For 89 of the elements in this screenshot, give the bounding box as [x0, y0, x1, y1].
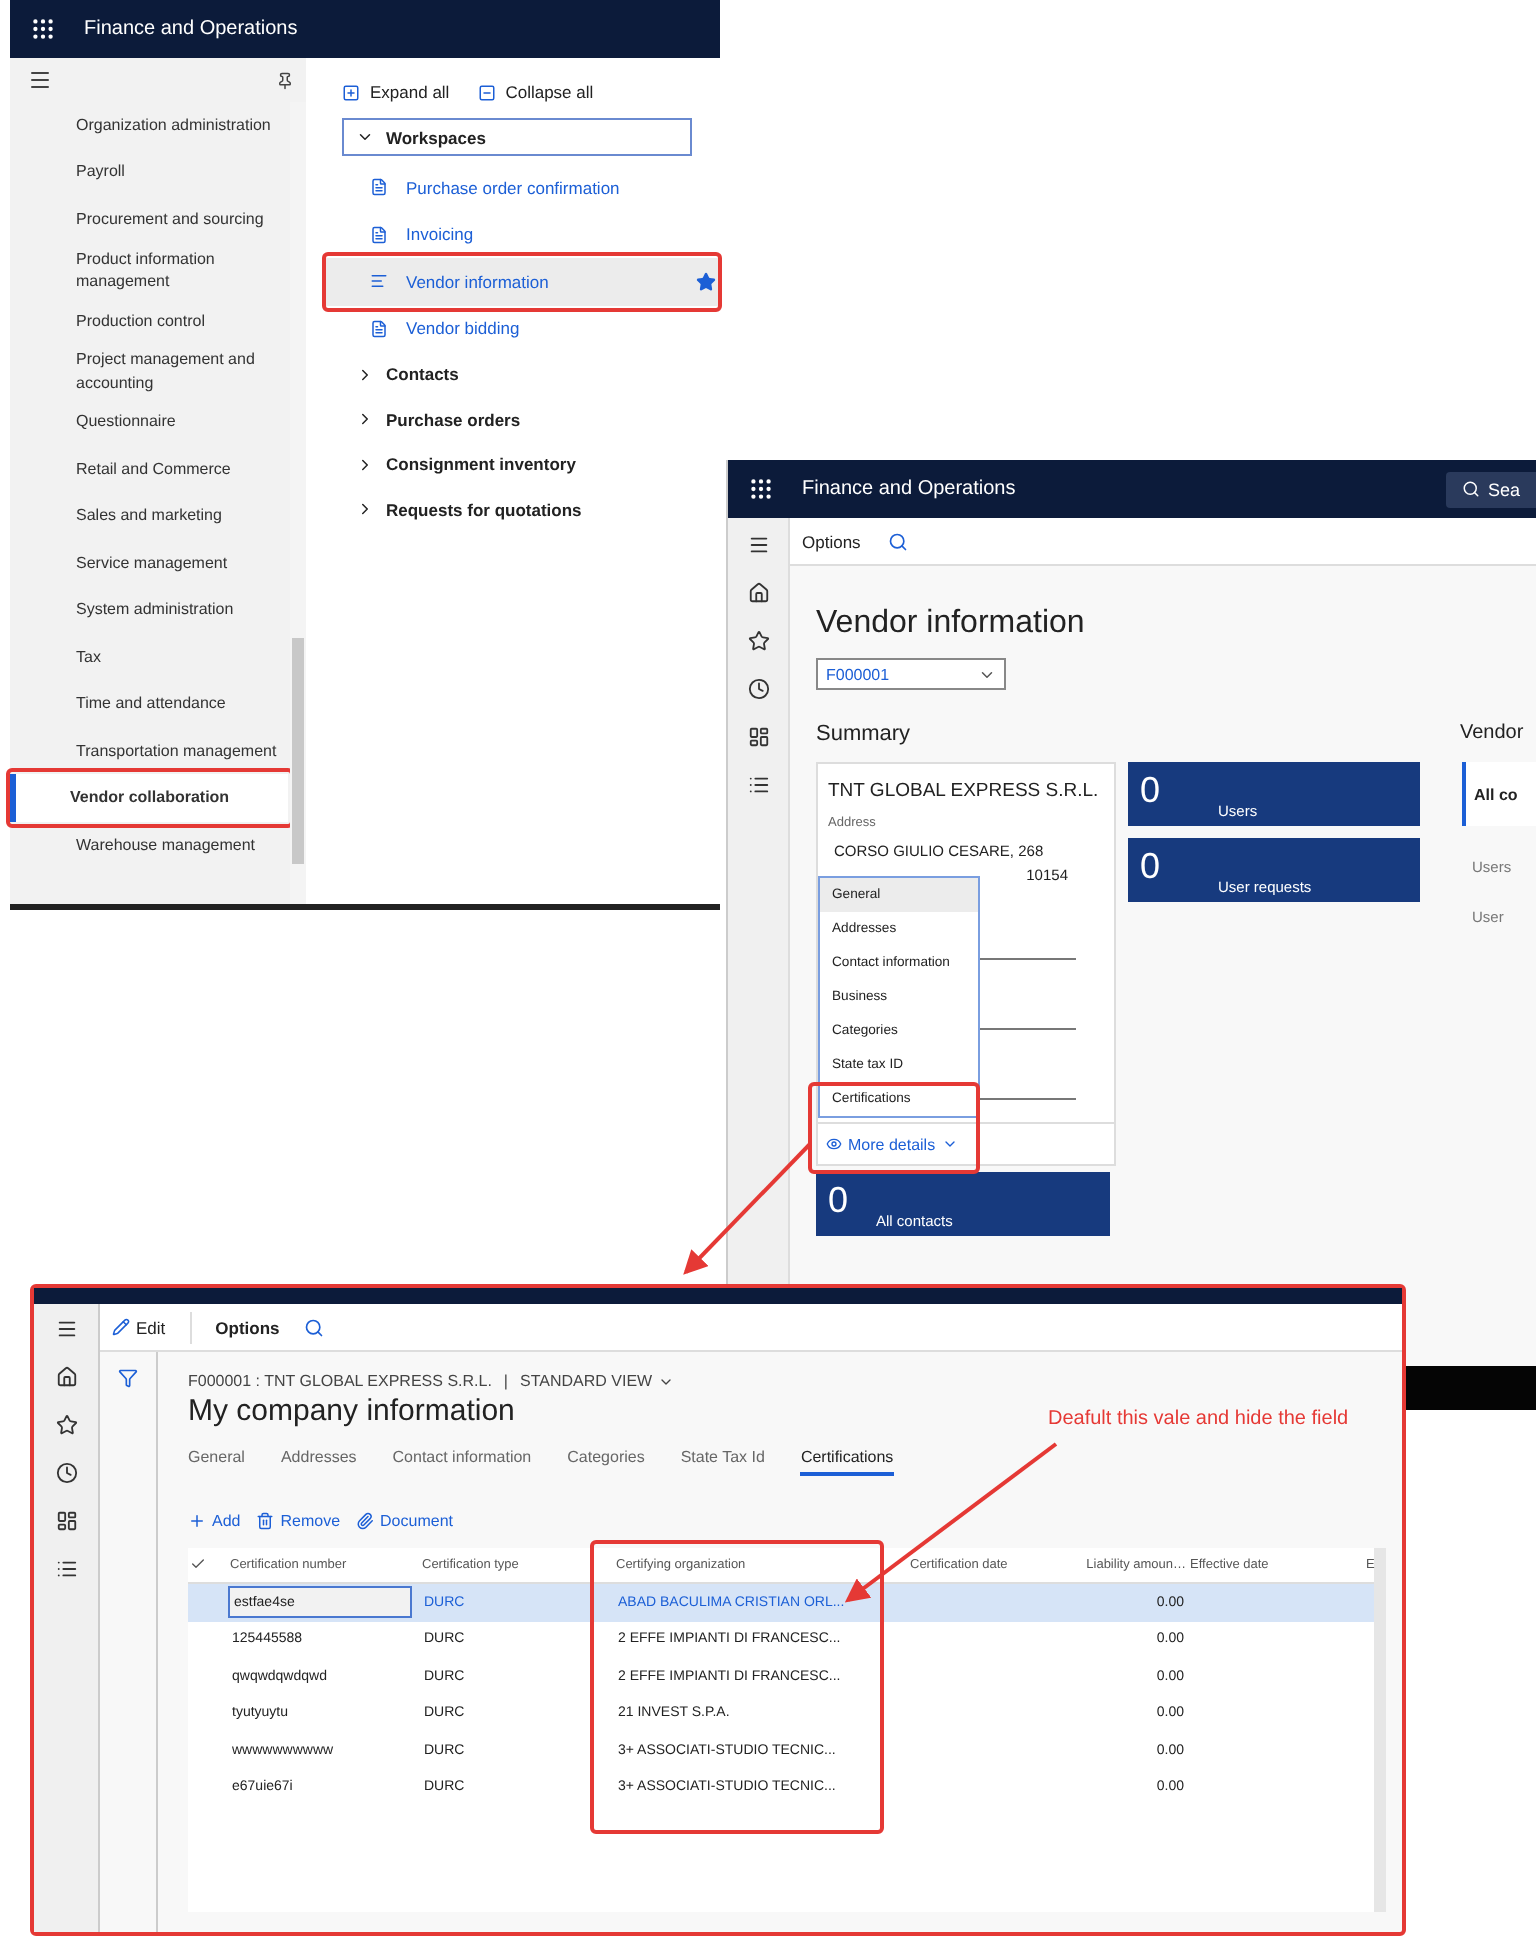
tab[interactable]: Categories — [567, 1448, 645, 1476]
plus-icon — [188, 1512, 206, 1530]
search-icon[interactable] — [303, 1317, 324, 1337]
section-title: Vendor — [1460, 722, 1526, 748]
search-icon[interactable] — [888, 531, 909, 551]
tab[interactable]: Addresses — [280, 1448, 357, 1476]
side-item[interactable]: All co — [1462, 762, 1536, 826]
search-field[interactable]: Sea — [1446, 471, 1536, 507]
paperclip-icon — [356, 1512, 375, 1530]
group-header[interactable]: Workspaces — [342, 118, 692, 156]
menu-icon[interactable] — [747, 534, 769, 556]
pin-icon[interactable] — [276, 71, 294, 89]
app-title: Finance and Operations — [802, 478, 1016, 500]
workspace-label: Invoicing — [406, 224, 476, 245]
annotation-text: Deafult this vale and hide the field — [1048, 1408, 1351, 1433]
dashboard-icon[interactable] — [747, 726, 769, 748]
separator: | — [503, 1372, 508, 1390]
check-icon[interactable] — [190, 1555, 206, 1571]
module-item[interactable]: Project management and accounting — [10, 344, 288, 399]
breadcrumb: F000001 : TNT GLOBAL EXPRESS S.R.L. — [188, 1372, 492, 1390]
module-item[interactable]: Tax — [10, 633, 288, 681]
options-button[interactable]: Options — [215, 1317, 280, 1337]
module-item[interactable]: System administration — [10, 586, 288, 634]
app-launcher-icon[interactable] — [748, 476, 774, 502]
workspace-label: Vendor bidding — [406, 318, 522, 339]
star-icon[interactable] — [55, 1414, 77, 1436]
action-button[interactable]: Remove — [256, 1512, 341, 1530]
tab[interactable]: Certifications — [800, 1448, 894, 1476]
arrow — [683, 1142, 812, 1275]
edit-button[interactable]: Edit — [112, 1317, 166, 1337]
trash-icon — [256, 1512, 275, 1530]
app-title: Finance and Operations — [84, 18, 298, 40]
tile-count: 0 — [1140, 848, 1161, 884]
app-launcher-icon[interactable] — [30, 16, 56, 42]
chevron-down-icon — [941, 1136, 958, 1152]
page-title: Vendor information — [816, 606, 1087, 642]
document-icon — [370, 178, 388, 197]
vendor-dropdown[interactable]: F000001 — [816, 658, 1006, 690]
module-item[interactable]: Production control — [10, 297, 288, 345]
workspace-link[interactable]: Purchase order confirmation — [326, 164, 720, 211]
module-item[interactable]: Organization administration — [10, 102, 288, 149]
search-icon — [1462, 480, 1480, 498]
section-title: Summary — [816, 722, 913, 750]
workspace-label: Vendor information — [406, 271, 551, 292]
workspace-link[interactable]: Invoicing — [326, 211, 720, 258]
tab[interactable]: State Tax Id — [680, 1448, 765, 1476]
module-item[interactable]: Product information management — [10, 243, 288, 298]
module-item[interactable]: Sales and marketing — [10, 492, 288, 540]
company-name: TNT GLOBAL EXPRESS S.R.L. — [828, 780, 1101, 802]
expand-collapse-button[interactable]: Expand all — [342, 82, 450, 102]
tab[interactable]: Contact information — [392, 1448, 532, 1476]
tab[interactable]: General — [188, 1448, 245, 1476]
clock-icon[interactable] — [55, 1462, 77, 1484]
clock-icon[interactable] — [747, 678, 769, 700]
module-item[interactable]: Questionnaire — [10, 398, 288, 446]
expand-collapse-button[interactable]: Collapse all — [477, 82, 594, 102]
home-icon[interactable] — [55, 1366, 77, 1388]
star-icon[interactable] — [747, 630, 769, 652]
page-title: My company information — [188, 1394, 515, 1428]
module-item[interactable]: Warehouse management — [10, 821, 288, 869]
view-selector[interactable]: STANDARD VIEW — [520, 1372, 675, 1390]
document-icon — [370, 319, 388, 338]
action-button[interactable]: Document — [356, 1512, 453, 1530]
tile-count: 0 — [1140, 772, 1161, 808]
plus-square-icon — [342, 83, 360, 101]
dashboard-icon[interactable] — [55, 1510, 77, 1532]
list-icon — [370, 272, 388, 291]
eye-icon — [826, 1136, 842, 1152]
module-item[interactable]: Transportation management — [10, 727, 288, 775]
menu-icon[interactable] — [28, 68, 52, 92]
minus-square-icon — [477, 83, 496, 101]
pencil-icon — [112, 1318, 130, 1336]
workspace-link[interactable]: Vendor bidding — [326, 305, 720, 352]
options-button[interactable]: Options — [802, 531, 861, 551]
module-item[interactable]: Service management — [10, 539, 288, 587]
module-item[interactable]: Payroll — [10, 149, 288, 196]
star-icon[interactable] — [696, 271, 716, 292]
module-item[interactable]: Vendor collaboration — [10, 774, 288, 822]
module-item[interactable]: Procurement and sourcing — [10, 196, 288, 243]
document-icon — [370, 225, 388, 244]
action-button[interactable]: Add — [188, 1512, 241, 1530]
menu-icon[interactable] — [55, 1318, 77, 1340]
workspace-label: Purchase order confirmation — [406, 177, 622, 198]
module-item[interactable]: Time and attendance — [10, 680, 288, 728]
more-details-button[interactable]: More details — [826, 1135, 958, 1153]
home-icon[interactable] — [747, 582, 769, 604]
module-item[interactable]: Retail and Commerce — [10, 445, 288, 493]
tile-count: 0 — [828, 1182, 849, 1218]
filter-icon[interactable] — [118, 1368, 138, 1388]
